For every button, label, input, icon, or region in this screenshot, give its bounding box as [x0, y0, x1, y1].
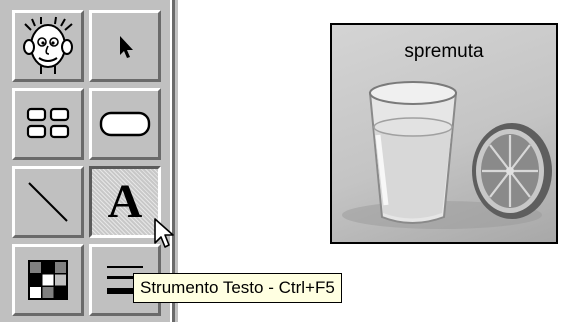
group-tool-button[interactable]	[12, 88, 84, 160]
diagonal-line-icon	[28, 182, 68, 222]
placed-image[interactable]: spremuta	[330, 23, 558, 244]
color-tool-button[interactable]	[12, 244, 84, 316]
character-tool-button[interactable]	[12, 10, 84, 82]
tooltip: Strumento Testo - Ctrl+F5	[133, 273, 342, 303]
rounded-rectangle-icon	[99, 111, 151, 137]
text-tool-button[interactable]: A	[89, 166, 161, 238]
select-tool-button[interactable]	[89, 10, 161, 82]
color-grid-icon	[28, 260, 68, 300]
rounded-rect-tool-button[interactable]	[89, 88, 161, 160]
cartoon-face-icon	[23, 16, 73, 74]
grouped-boxes-icon	[26, 107, 70, 139]
letter-a-icon: A	[107, 175, 143, 228]
mouse-pointer-icon	[154, 218, 174, 248]
image-caption: spremuta	[404, 41, 484, 62]
line-tool-button[interactable]	[12, 166, 84, 238]
arrow-pointer-icon	[120, 36, 133, 58]
